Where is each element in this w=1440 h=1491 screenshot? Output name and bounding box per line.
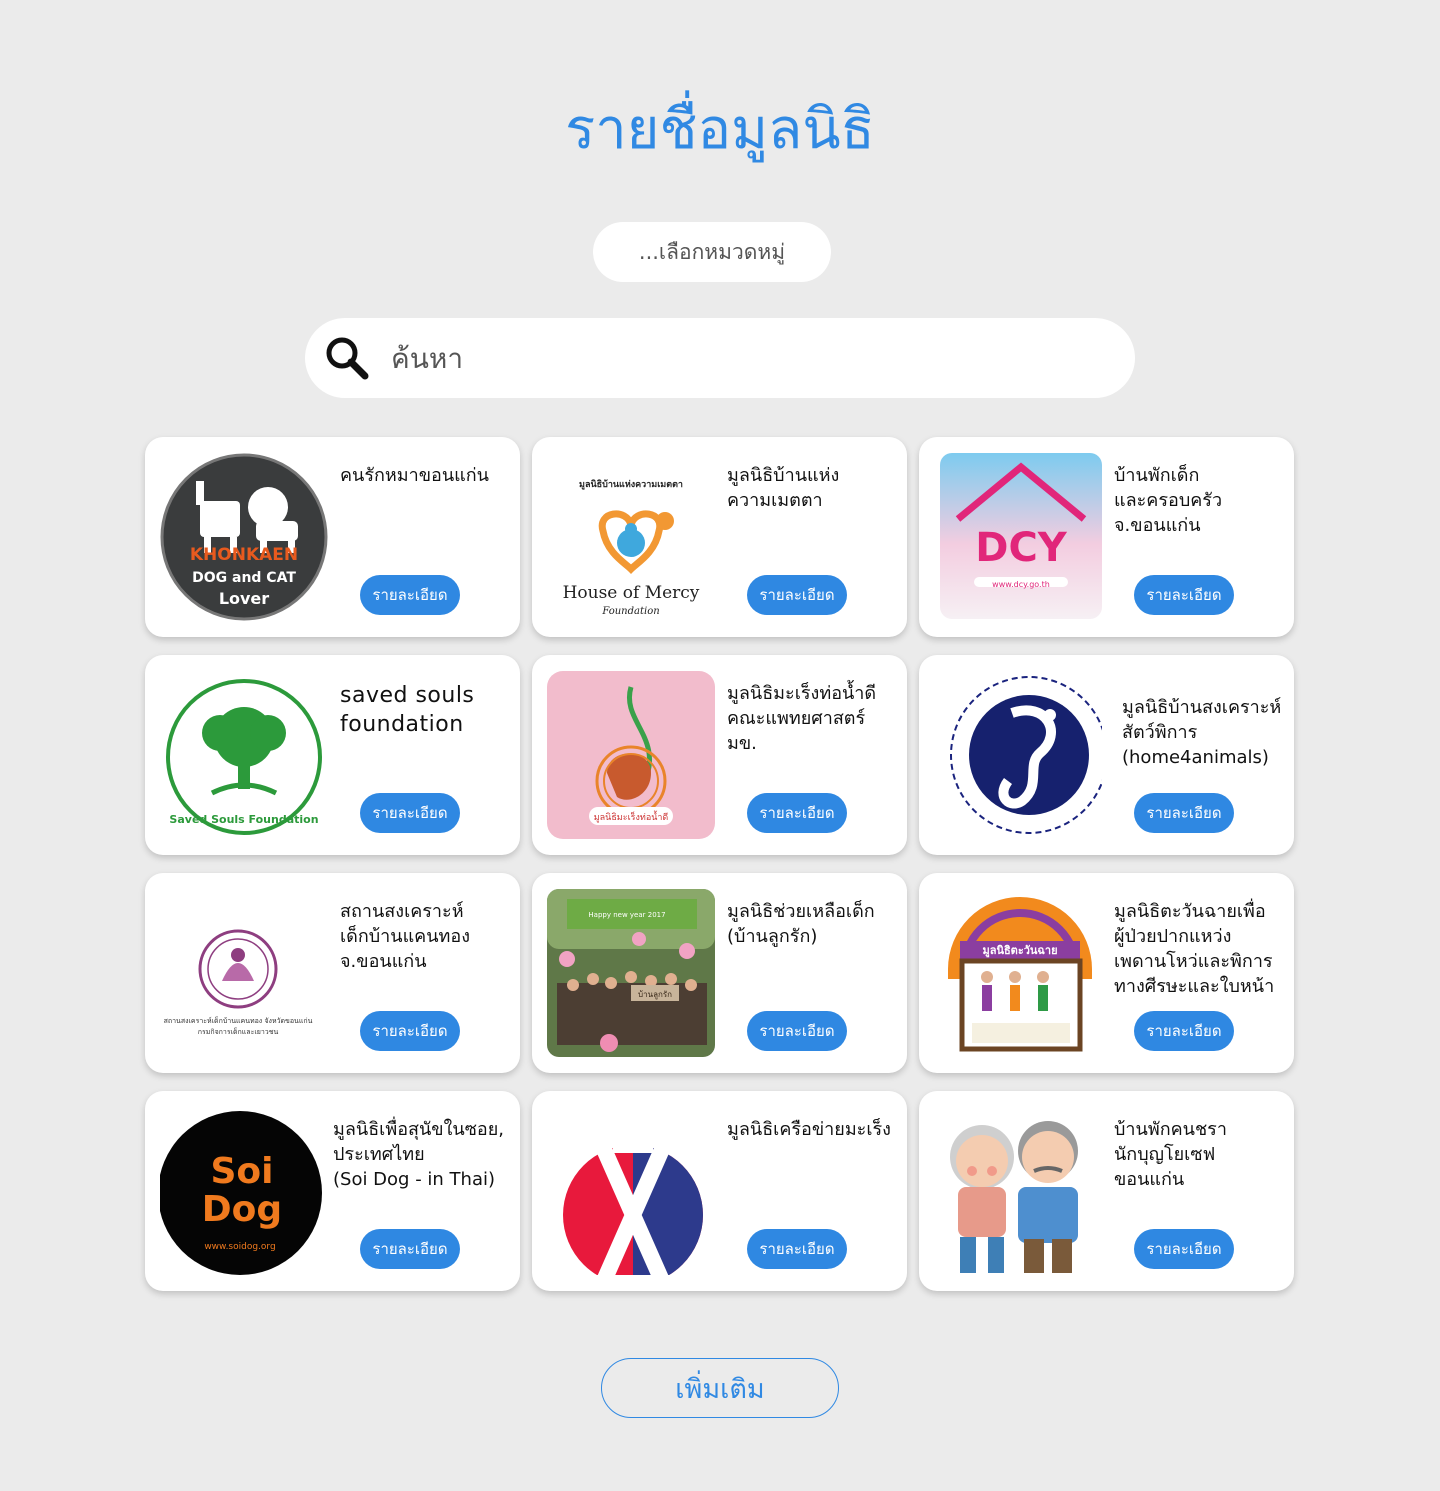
foundation-name: มูลนิธิมะเร็งท่อน้ำดี คณะแพทยศาสตร์ มข.: [727, 683, 877, 754]
svg-text:House of Mercy: House of Mercy: [563, 583, 700, 603]
svg-text:KHONKAEN: KHONKAEN: [190, 545, 298, 565]
svg-text:มูลนิธิบ้านแห่งความเมตตา: มูลนิธิบ้านแห่งความเมตตา: [579, 479, 683, 490]
detail-button[interactable]: รายละเอียด: [360, 1011, 460, 1051]
detail-button[interactable]: รายละเอียด: [360, 575, 460, 615]
foundation-logo: Saved Souls Foundation: [160, 671, 328, 839]
category-dropdown[interactable]: ...เลือกหมวดหมู่: [593, 222, 831, 282]
search-icon: [326, 337, 369, 380]
svg-text:www.soidog.org: www.soidog.org: [204, 1242, 275, 1252]
svg-text:Happy new year 2017: Happy new year 2017: [588, 911, 665, 919]
foundation-card[interactable]: มูลนิธิบ้านแห่งความเมตตา House of Mercy …: [532, 437, 907, 637]
foundation-name: มูลนิธิเครือข่ายมะเร็ง: [727, 1119, 891, 1140]
foundation-name: สถานสงเคราะห์ เด็กบ้านแคนทอง จ.ขอนแก่น: [340, 901, 470, 972]
category-dropdown-label: ...เลือกหมวดหมู่: [638, 239, 786, 264]
foundation-name: มูลนิธิบ้านสงเคราะห์ สัตว์พิการ (home4an…: [1122, 697, 1282, 768]
detail-button[interactable]: รายละเอียด: [1134, 793, 1234, 833]
svg-text:บ้านลูกรัก: บ้านลูกรัก: [638, 990, 672, 1000]
search-input[interactable]: [391, 341, 1091, 375]
detail-button[interactable]: รายละเอียด: [1134, 575, 1234, 615]
foundation-card[interactable]: สถานสงเคราะห์เด็กบ้านแคนทอง จังหวัดขอนแก…: [145, 873, 520, 1073]
foundation-logo: มูลนิธิตะวันฉาย: [934, 889, 1102, 1057]
svg-text:DOG and CAT: DOG and CAT: [192, 570, 296, 586]
detail-button[interactable]: รายละเอียด: [360, 1229, 460, 1269]
foundation-card[interactable]: Saved Souls Foundation saved souls found…: [145, 655, 520, 855]
foundation-card[interactable]: DCY www.dcy.go.th บ้านพักเด็ก และครอบครั…: [919, 437, 1294, 637]
foundation-name: คนรักหมาขอนแก่น: [340, 465, 489, 486]
detail-button[interactable]: รายละเอียด: [1134, 1229, 1234, 1269]
page-title: รายชื่อมูลนิธิ: [565, 97, 875, 162]
foundation-name: มูลนิธิเพื่อสุนัขในซอย, ประเทศไทย (Soi D…: [333, 1119, 504, 1190]
foundation-card[interactable]: Happy new year 2017 บ้านลูกรัก มูลนิธิช่…: [532, 873, 907, 1073]
foundation-logo: มูลนิธิมะเร็งท่อน้ำดี: [547, 671, 715, 839]
foundation-logo: DCY www.dcy.go.th: [934, 453, 1102, 621]
detail-button[interactable]: รายละเอียด: [747, 1229, 847, 1269]
svg-text:DCY: DCY: [975, 525, 1068, 571]
foundation-name: บ้านพักเด็ก และครอบครัว จ.ขอนแก่น: [1114, 465, 1223, 536]
foundation-card[interactable]: มูลนิธิตะวันฉาย มูลนิธิตะวันฉายเพื่อ ผู้…: [919, 873, 1294, 1073]
svg-text:Dog: Dog: [202, 1189, 282, 1230]
foundation-name: มูลนิธิตะวันฉายเพื่อ ผู้ป่วยปากแหว่ง เพด…: [1114, 901, 1275, 997]
svg-text:Saved Souls Foundation: Saved Souls Foundation: [169, 813, 318, 826]
foundation-card[interactable]: Soi Dog www.soidog.org มูลนิธิเพื่อสุนัข…: [145, 1091, 520, 1291]
foundation-logo: Soi Dog www.soidog.org: [160, 1107, 328, 1275]
svg-text:มูลนิธิตะวันฉาย: มูลนิธิตะวันฉาย: [982, 944, 1057, 958]
foundation-logo: [934, 1107, 1102, 1275]
foundation-logo: [547, 1107, 715, 1275]
foundation-card[interactable]: KHONKAEN DOG and CAT Lover คนรักหมาขอนแก…: [145, 437, 520, 637]
foundation-name: มูลนิธิช่วยเหลือเด็ก (บ้านลูกรัก): [727, 901, 875, 947]
detail-button[interactable]: รายละเอียด: [747, 575, 847, 615]
svg-text:Soi: Soi: [211, 1151, 274, 1192]
foundation-card[interactable]: มูลนิธิบ้านสงเคราะห์ สัตว์พิการ (home4an…: [919, 655, 1294, 855]
foundation-card[interactable]: มูลนิธิเครือข่ายมะเร็ง รายละเอียด: [532, 1091, 907, 1291]
svg-text:www.dcy.go.th: www.dcy.go.th: [992, 580, 1050, 589]
search-bar[interactable]: [305, 318, 1135, 398]
svg-text:Lover: Lover: [219, 589, 269, 608]
detail-button[interactable]: รายละเอียด: [747, 793, 847, 833]
foundation-logo: มูลนิธิบ้านแห่งความเมตตา House of Mercy …: [547, 453, 715, 621]
load-more-button[interactable]: เพิ่มเติม: [601, 1358, 839, 1418]
detail-button[interactable]: รายละเอียด: [1134, 1011, 1234, 1051]
foundation-name: มูลนิธิบ้านแห่ง ความเมตตา: [727, 465, 840, 511]
foundation-logo: Happy new year 2017 บ้านลูกรัก: [547, 889, 715, 1057]
detail-button[interactable]: รายละเอียด: [747, 1011, 847, 1051]
foundation-name: saved souls foundation: [340, 683, 475, 737]
detail-button[interactable]: รายละเอียด: [360, 793, 460, 833]
foundation-logo: สถานสงเคราะห์เด็กบ้านแคนทอง จังหวัดขอนแก…: [160, 889, 328, 1057]
foundation-logo: KHONKAEN DOG and CAT Lover: [160, 453, 328, 621]
svg-text:Foundation: Foundation: [601, 606, 659, 617]
foundation-name: บ้านพักคนชรา นักบุญโยเซฟ ขอนแก่น: [1114, 1119, 1227, 1190]
svg-text:สถานสงเคราะห์เด็กบ้านแคนทอง จั: สถานสงเคราะห์เด็กบ้านแคนทอง จังหวัดขอนแก…: [164, 1016, 313, 1025]
foundation-card[interactable]: มูลนิธิมะเร็งท่อน้ำดี มูลนิธิมะเร็งท่อน้…: [532, 655, 907, 855]
foundation-card[interactable]: บ้านพักคนชรา นักบุญโยเซฟ ขอนแก่น รายละเอ…: [919, 1091, 1294, 1291]
svg-text:กรมกิจการเด็กและเยาวชน: กรมกิจการเด็กและเยาวชน: [198, 1027, 279, 1036]
foundation-logo: [934, 671, 1102, 839]
